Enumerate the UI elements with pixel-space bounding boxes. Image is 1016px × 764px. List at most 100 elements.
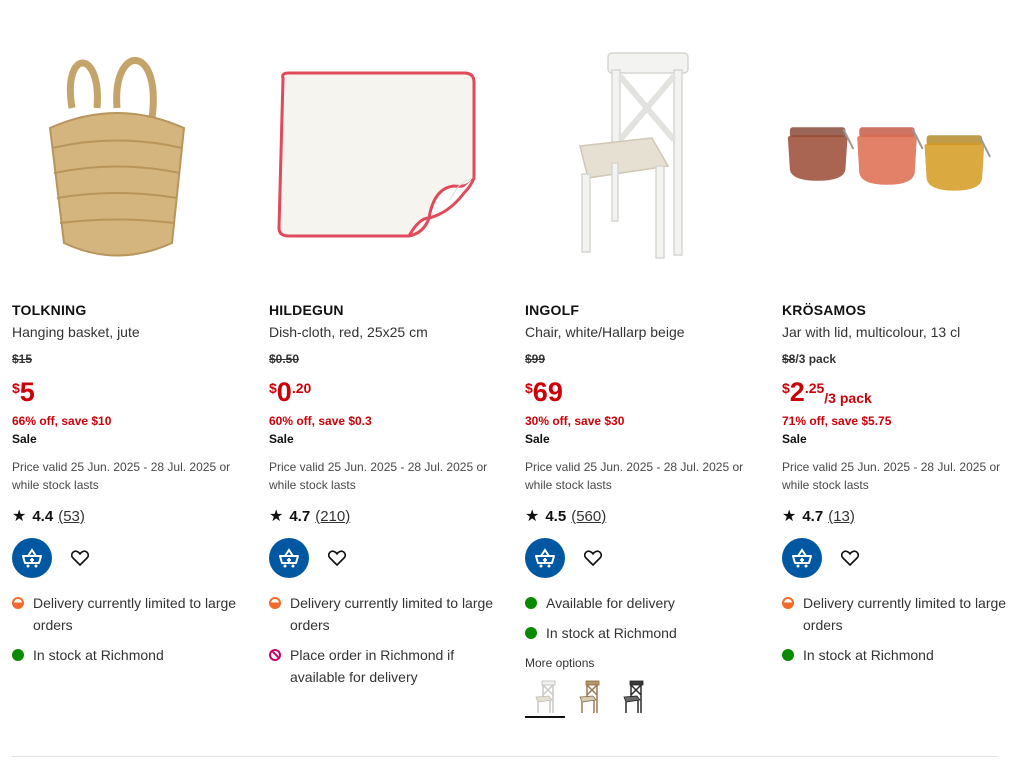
availability-store: In stock at Richmond xyxy=(525,622,750,644)
product-card[interactable]: HILDEGUN Dish-cloth, red, 25x25 cm $0.50… xyxy=(269,0,501,740)
availability-store: In stock at Richmond xyxy=(782,644,1007,666)
previous-price-value: $99 xyxy=(525,352,546,366)
rating-value: 4.4 xyxy=(32,507,54,525)
savings-text: 66% off, save $10 xyxy=(12,414,112,428)
heart-icon xyxy=(584,550,602,566)
favourite-button[interactable] xyxy=(325,546,349,570)
variant-white-chair[interactable] xyxy=(525,676,565,718)
add-to-cart-button[interactable] xyxy=(269,538,309,578)
variant-brown-chair[interactable] xyxy=(569,676,609,718)
chair-image xyxy=(579,51,689,259)
add-to-cart-button[interactable] xyxy=(525,538,565,578)
heart-icon xyxy=(71,550,89,566)
rating[interactable]: ★ 4.5 (560) xyxy=(525,506,606,526)
availability-list: Available for delivery In stock at Richm… xyxy=(525,592,750,652)
rating[interactable]: ★ 4.7 (210) xyxy=(269,506,350,526)
favourite-button[interactable] xyxy=(68,546,92,570)
price-decimal: .20 xyxy=(291,380,312,396)
in-stock-status-icon xyxy=(782,649,794,661)
product-image-jars[interactable] xyxy=(782,40,992,270)
product-grid: TOLKNING Hanging basket, jute $15 $ 5 66… xyxy=(0,0,1016,764)
price-currency: $ xyxy=(525,380,533,396)
star-icon: ★ xyxy=(12,508,27,525)
more-options-label: More options xyxy=(525,656,595,670)
availability-text: Delivery currently limited to large orde… xyxy=(803,595,1007,633)
product-description: Chair, white/Hallarp beige xyxy=(525,324,685,340)
availability-store: Place order in Richmond if available for… xyxy=(269,644,494,688)
price-validity: Price valid 25 Jun. 2025 - 28 Jul. 2025 … xyxy=(269,460,488,492)
product-image-basket[interactable] xyxy=(12,40,222,270)
availability-delivery: Delivery currently limited to large orde… xyxy=(782,592,1007,636)
rating[interactable]: ★ 4.4 (53) xyxy=(12,506,85,526)
product-name[interactable]: TOLKNING xyxy=(12,302,86,318)
product-name[interactable]: HILDEGUN xyxy=(269,302,344,318)
jars-image xyxy=(787,127,991,191)
chair-variant-brown-icon xyxy=(579,680,600,713)
in-stock-status-icon xyxy=(525,627,537,639)
product-card[interactable]: KRÖSAMOS Jar with lid, multicolour, 13 c… xyxy=(782,0,1014,740)
variant-black-chair[interactable] xyxy=(613,676,653,718)
product-description: Jar with lid, multicolour, 13 cl xyxy=(782,324,961,340)
limited-status-icon xyxy=(12,597,24,609)
current-price: $ 2 .25 /3 pack xyxy=(782,377,872,407)
savings-text: 60% off, save $0.3 xyxy=(269,414,372,428)
price-currency: $ xyxy=(269,380,277,396)
add-to-cart-icon xyxy=(279,548,299,568)
favourite-button[interactable] xyxy=(581,546,605,570)
review-count-link[interactable]: (13) xyxy=(828,508,855,525)
star-icon: ★ xyxy=(269,508,284,525)
availability-text: Delivery currently limited to large orde… xyxy=(33,595,237,633)
review-count-link[interactable]: (560) xyxy=(571,508,606,525)
star-icon: ★ xyxy=(525,508,540,525)
add-to-cart-icon xyxy=(22,548,42,568)
dishcloth-image xyxy=(277,71,476,237)
price-unit: /3 pack xyxy=(824,390,872,406)
product-card[interactable]: INGOLF Chair, white/Hallarp beige $99 $ … xyxy=(525,0,757,740)
availability-text: Available for delivery xyxy=(546,595,675,611)
previous-price: $15 xyxy=(12,352,32,366)
availability-text: In stock at Richmond xyxy=(803,647,934,663)
rating-value: 4.7 xyxy=(289,507,311,525)
add-to-cart-icon xyxy=(792,548,812,568)
product-card[interactable]: TOLKNING Hanging basket, jute $15 $ 5 66… xyxy=(12,0,244,740)
availability-delivery: Delivery currently limited to large orde… xyxy=(12,592,237,636)
review-count-link[interactable]: (210) xyxy=(315,508,350,525)
product-description: Dish-cloth, red, 25x25 cm xyxy=(269,324,428,340)
price-integer: 69 xyxy=(532,377,563,407)
sale-label: Sale xyxy=(782,432,807,446)
product-image-chair[interactable] xyxy=(525,40,735,270)
heart-icon xyxy=(328,550,346,566)
availability-text: Delivery currently limited to large orde… xyxy=(290,595,494,633)
basket-image xyxy=(48,56,186,256)
previous-price-value: $0.50 xyxy=(269,352,300,366)
rating[interactable]: ★ 4.7 (13) xyxy=(782,506,855,526)
add-to-cart-button[interactable] xyxy=(12,538,52,578)
review-count-link[interactable]: (53) xyxy=(58,508,85,525)
add-to-cart-button[interactable] xyxy=(782,538,822,578)
heart-icon xyxy=(841,550,859,566)
favourite-button[interactable] xyxy=(838,546,862,570)
previous-price-value: $8 xyxy=(782,352,796,366)
star-icon: ★ xyxy=(782,508,797,525)
product-name[interactable]: KRÖSAMOS xyxy=(782,302,866,318)
price-currency: $ xyxy=(782,380,790,396)
availability-list: Delivery currently limited to large orde… xyxy=(269,592,494,696)
previous-price: $99 xyxy=(525,352,545,366)
add-to-cart-icon xyxy=(535,548,555,568)
product-name[interactable]: INGOLF xyxy=(525,302,579,318)
rating-value: 4.7 xyxy=(802,507,824,525)
sale-label: Sale xyxy=(12,432,37,446)
unavailable-status-icon xyxy=(269,649,281,661)
rating-value: 4.5 xyxy=(545,507,567,525)
price-currency: $ xyxy=(12,380,20,396)
availability-delivery: Available for delivery xyxy=(525,592,750,614)
current-price: $ 5 xyxy=(12,377,35,407)
in-stock-status-icon xyxy=(12,649,24,661)
variant-selector xyxy=(525,676,657,718)
chair-variant-white-icon xyxy=(535,680,556,713)
product-image-dishcloth[interactable] xyxy=(269,40,479,270)
savings-text: 71% off, save $5.75 xyxy=(782,414,892,428)
availability-text: In stock at Richmond xyxy=(546,625,677,641)
availability-text: Place order in Richmond if available for… xyxy=(290,647,455,685)
price-integer: 0 xyxy=(276,377,292,407)
